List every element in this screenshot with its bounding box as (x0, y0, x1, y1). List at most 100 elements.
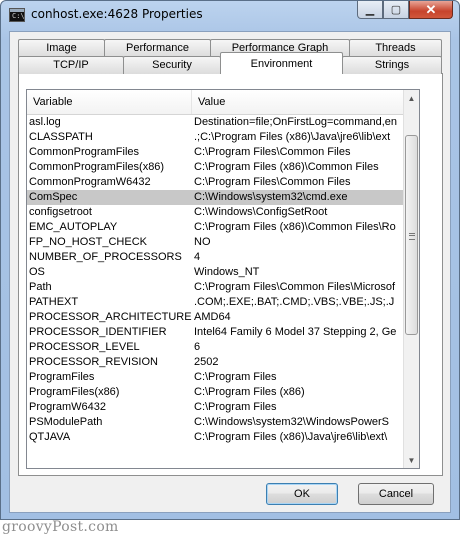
tab-strings[interactable]: Strings (342, 56, 442, 74)
arrow-down-icon: ▼ (407, 455, 416, 465)
tab-image[interactable]: Image (18, 39, 105, 57)
minimize-icon: ▁ (365, 4, 375, 16)
table-row[interactable]: asl.log Destination=file;OnFirstLog=comma… (27, 115, 405, 130)
value-cell: C:\Program Files\Common Files (194, 146, 351, 158)
table-row[interactable]: PROCESSOR_ARCHITECTURE AMD64 (27, 310, 405, 325)
table-row[interactable]: ProgramW6432 C:\Program Files (27, 400, 405, 415)
scroll-up-button[interactable]: ▲ (404, 90, 419, 106)
variable-cell: PROCESSOR_REVISION (29, 356, 158, 368)
ok-button[interactable]: OK (266, 483, 338, 505)
watermark: groovyPost.com (2, 519, 119, 535)
variable-cell: NUMBER_OF_PROCESSORS (29, 251, 182, 263)
table-row[interactable]: CLASSPATH .;C:\Program Files (x86)\Java\j… (27, 130, 405, 145)
value-cell: C:\Program Files (x86) (194, 386, 305, 398)
table-row[interactable]: QTJAVA C:\Program Files (x86)\Java\jre6\l… (27, 430, 405, 445)
list-header: Variable Value (27, 90, 405, 115)
window-controls: ▁ ▢ ✕ (357, 1, 453, 19)
variable-cell: Path (29, 281, 52, 293)
value-cell: Intel64 Family 6 Model 37 Stepping 2, Ge (194, 326, 397, 338)
dialog-client-area: Image Performance Performance Graph Thre… (9, 31, 451, 513)
value-cell: 6 (194, 341, 201, 353)
table-row[interactable]: PROCESSOR_IDENTIFIER Intel64 Family 6 Mod… (27, 325, 405, 340)
value-cell: .COM;.EXE;.BAT;.CMD;.VBS;.VBE;.JS;.J (194, 296, 395, 308)
value-cell: C:\Program Files (194, 371, 277, 383)
minimize-button[interactable]: ▁ (357, 1, 383, 19)
variable-cell: CommonProgramW6432 (29, 176, 151, 188)
console-app-icon: C:\ (9, 8, 25, 22)
variable-cell: FP_NO_HOST_CHECK (29, 236, 147, 248)
table-row[interactable]: configsetroot C:\Windows\ConfigSetRoot (27, 205, 405, 220)
value-cell: C:\Program Files\Common Files (194, 176, 351, 188)
value-cell: NO (194, 236, 211, 248)
table-row[interactable]: PROCESSOR_REVISION 2502 (27, 355, 405, 370)
variable-cell: PROCESSOR_LEVEL (29, 341, 140, 353)
table-row[interactable]: CommonProgramW6432 C:\Program Files\Commo… (27, 175, 405, 190)
scrollbar-thumb[interactable] (405, 135, 418, 336)
grip-icon (409, 233, 415, 241)
table-row[interactable]: CommonProgramFiles C:\Program Files\Commo… (27, 145, 405, 160)
title-bar[interactable]: C:\ conhost.exe:4628 Properties ▁ ▢ ✕ (1, 1, 459, 29)
tab-tcpip[interactable]: TCP/IP (18, 56, 124, 74)
value-cell: C:\Program Files (x86)\Common Files (194, 161, 379, 173)
maximize-icon: ▢ (390, 4, 402, 16)
variable-cell: PROCESSOR_IDENTIFIER (29, 326, 167, 338)
tab-performance[interactable]: Performance (104, 39, 211, 57)
table-row[interactable]: PSModulePath C:\Windows\system32\WindowsP… (27, 415, 405, 430)
value-cell: C:\Windows\system32\WindowsPowerS (194, 416, 390, 428)
variable-cell: CLASSPATH (29, 131, 93, 143)
variable-cell: QTJAVA (29, 431, 71, 443)
table-row[interactable]: EMC_AUTOPLAY C:\Program Files (x86)\Commo… (27, 220, 405, 235)
close-icon: ✕ (425, 1, 437, 17)
table-row[interactable]: NUMBER_OF_PROCESSORS 4 (27, 250, 405, 265)
value-cell: .;C:\Program Files (x86)\Java\jre6\lib\e… (194, 131, 391, 143)
variable-cell: EMC_AUTOPLAY (29, 221, 118, 233)
table-row[interactable]: Path C:\Program Files\Common Files\Micros… (27, 280, 405, 295)
value-cell: 4 (194, 251, 201, 263)
table-row[interactable]: ComSpec C:\Windows\system32\cmd.exe (27, 190, 405, 205)
variable-cell: PATHEXT (29, 296, 79, 308)
variable-cell: CommonProgramFiles(x86) (29, 161, 165, 173)
variable-cell: ProgramFiles(x86) (29, 386, 120, 398)
value-cell: Windows_NT (194, 266, 260, 278)
close-button[interactable]: ✕ (409, 1, 453, 19)
value-cell: C:\Program Files (x86)\Java\jre6\lib\ext… (194, 431, 388, 443)
value-cell: 2502 (194, 356, 219, 368)
maximize-button[interactable]: ▢ (383, 1, 409, 19)
variable-cell: PROCESSOR_ARCHITECTURE (29, 311, 192, 323)
table-row[interactable]: ProgramFiles C:\Program Files (27, 370, 405, 385)
variable-cell: configsetroot (29, 206, 92, 218)
table-row[interactable]: PROCESSOR_LEVEL 6 (27, 340, 405, 355)
cancel-button[interactable]: Cancel (358, 483, 434, 505)
variable-cell: asl.log (29, 116, 61, 128)
list-rows: asl.log Destination=file;OnFirstLog=comma… (27, 115, 405, 445)
tab-environment[interactable]: Environment (220, 52, 343, 74)
properties-window: C:\ conhost.exe:4628 Properties ▁ ▢ ✕ Im… (0, 0, 460, 520)
value-cell: Destination=file;OnFirstLog=command,en (194, 116, 397, 128)
value-cell: C:\Program Files\Common Files\Microsof (194, 281, 396, 293)
variable-cell: ComSpec (29, 191, 78, 203)
value-cell: C:\Program Files (194, 401, 277, 413)
column-header-variable[interactable]: Variable (27, 90, 192, 114)
table-row[interactable]: OS Windows_NT (27, 265, 405, 280)
variable-cell: ProgramFiles (29, 371, 95, 383)
arrow-up-icon: ▲ (407, 93, 416, 103)
table-row[interactable]: ProgramFiles(x86) C:\Program Files (x86) (27, 385, 405, 400)
vertical-scrollbar[interactable]: ▲ ▼ (403, 90, 419, 468)
column-header-value[interactable]: Value (192, 90, 405, 114)
value-cell: C:\Windows\system32\cmd.exe (194, 191, 348, 203)
scroll-down-button[interactable]: ▼ (404, 452, 419, 468)
table-row[interactable]: PATHEXT .COM;.EXE;.BAT;.CMD;.VBS;.VBE;.JS… (27, 295, 405, 310)
value-cell: C:\Windows\ConfigSetRoot (194, 206, 328, 218)
variable-cell: ProgramW6432 (29, 401, 107, 413)
environment-list[interactable]: Variable Value asl.log Destination=file;O… (26, 89, 420, 469)
window-title: conhost.exe:4628 Properties (31, 7, 203, 21)
variable-cell: CommonProgramFiles (29, 146, 140, 158)
value-cell: AMD64 (194, 311, 231, 323)
table-row[interactable]: CommonProgramFiles(x86) C:\Program Files … (27, 160, 405, 175)
tab-row-front: TCP/IP Security Environment Strings (18, 52, 442, 74)
variable-cell: OS (29, 266, 45, 278)
tab-threads[interactable]: Threads (349, 39, 442, 57)
table-row[interactable]: FP_NO_HOST_CHECK NO (27, 235, 405, 250)
value-cell: C:\Program Files (x86)\Common Files\Ro (194, 221, 396, 233)
tab-security[interactable]: Security (123, 56, 221, 74)
